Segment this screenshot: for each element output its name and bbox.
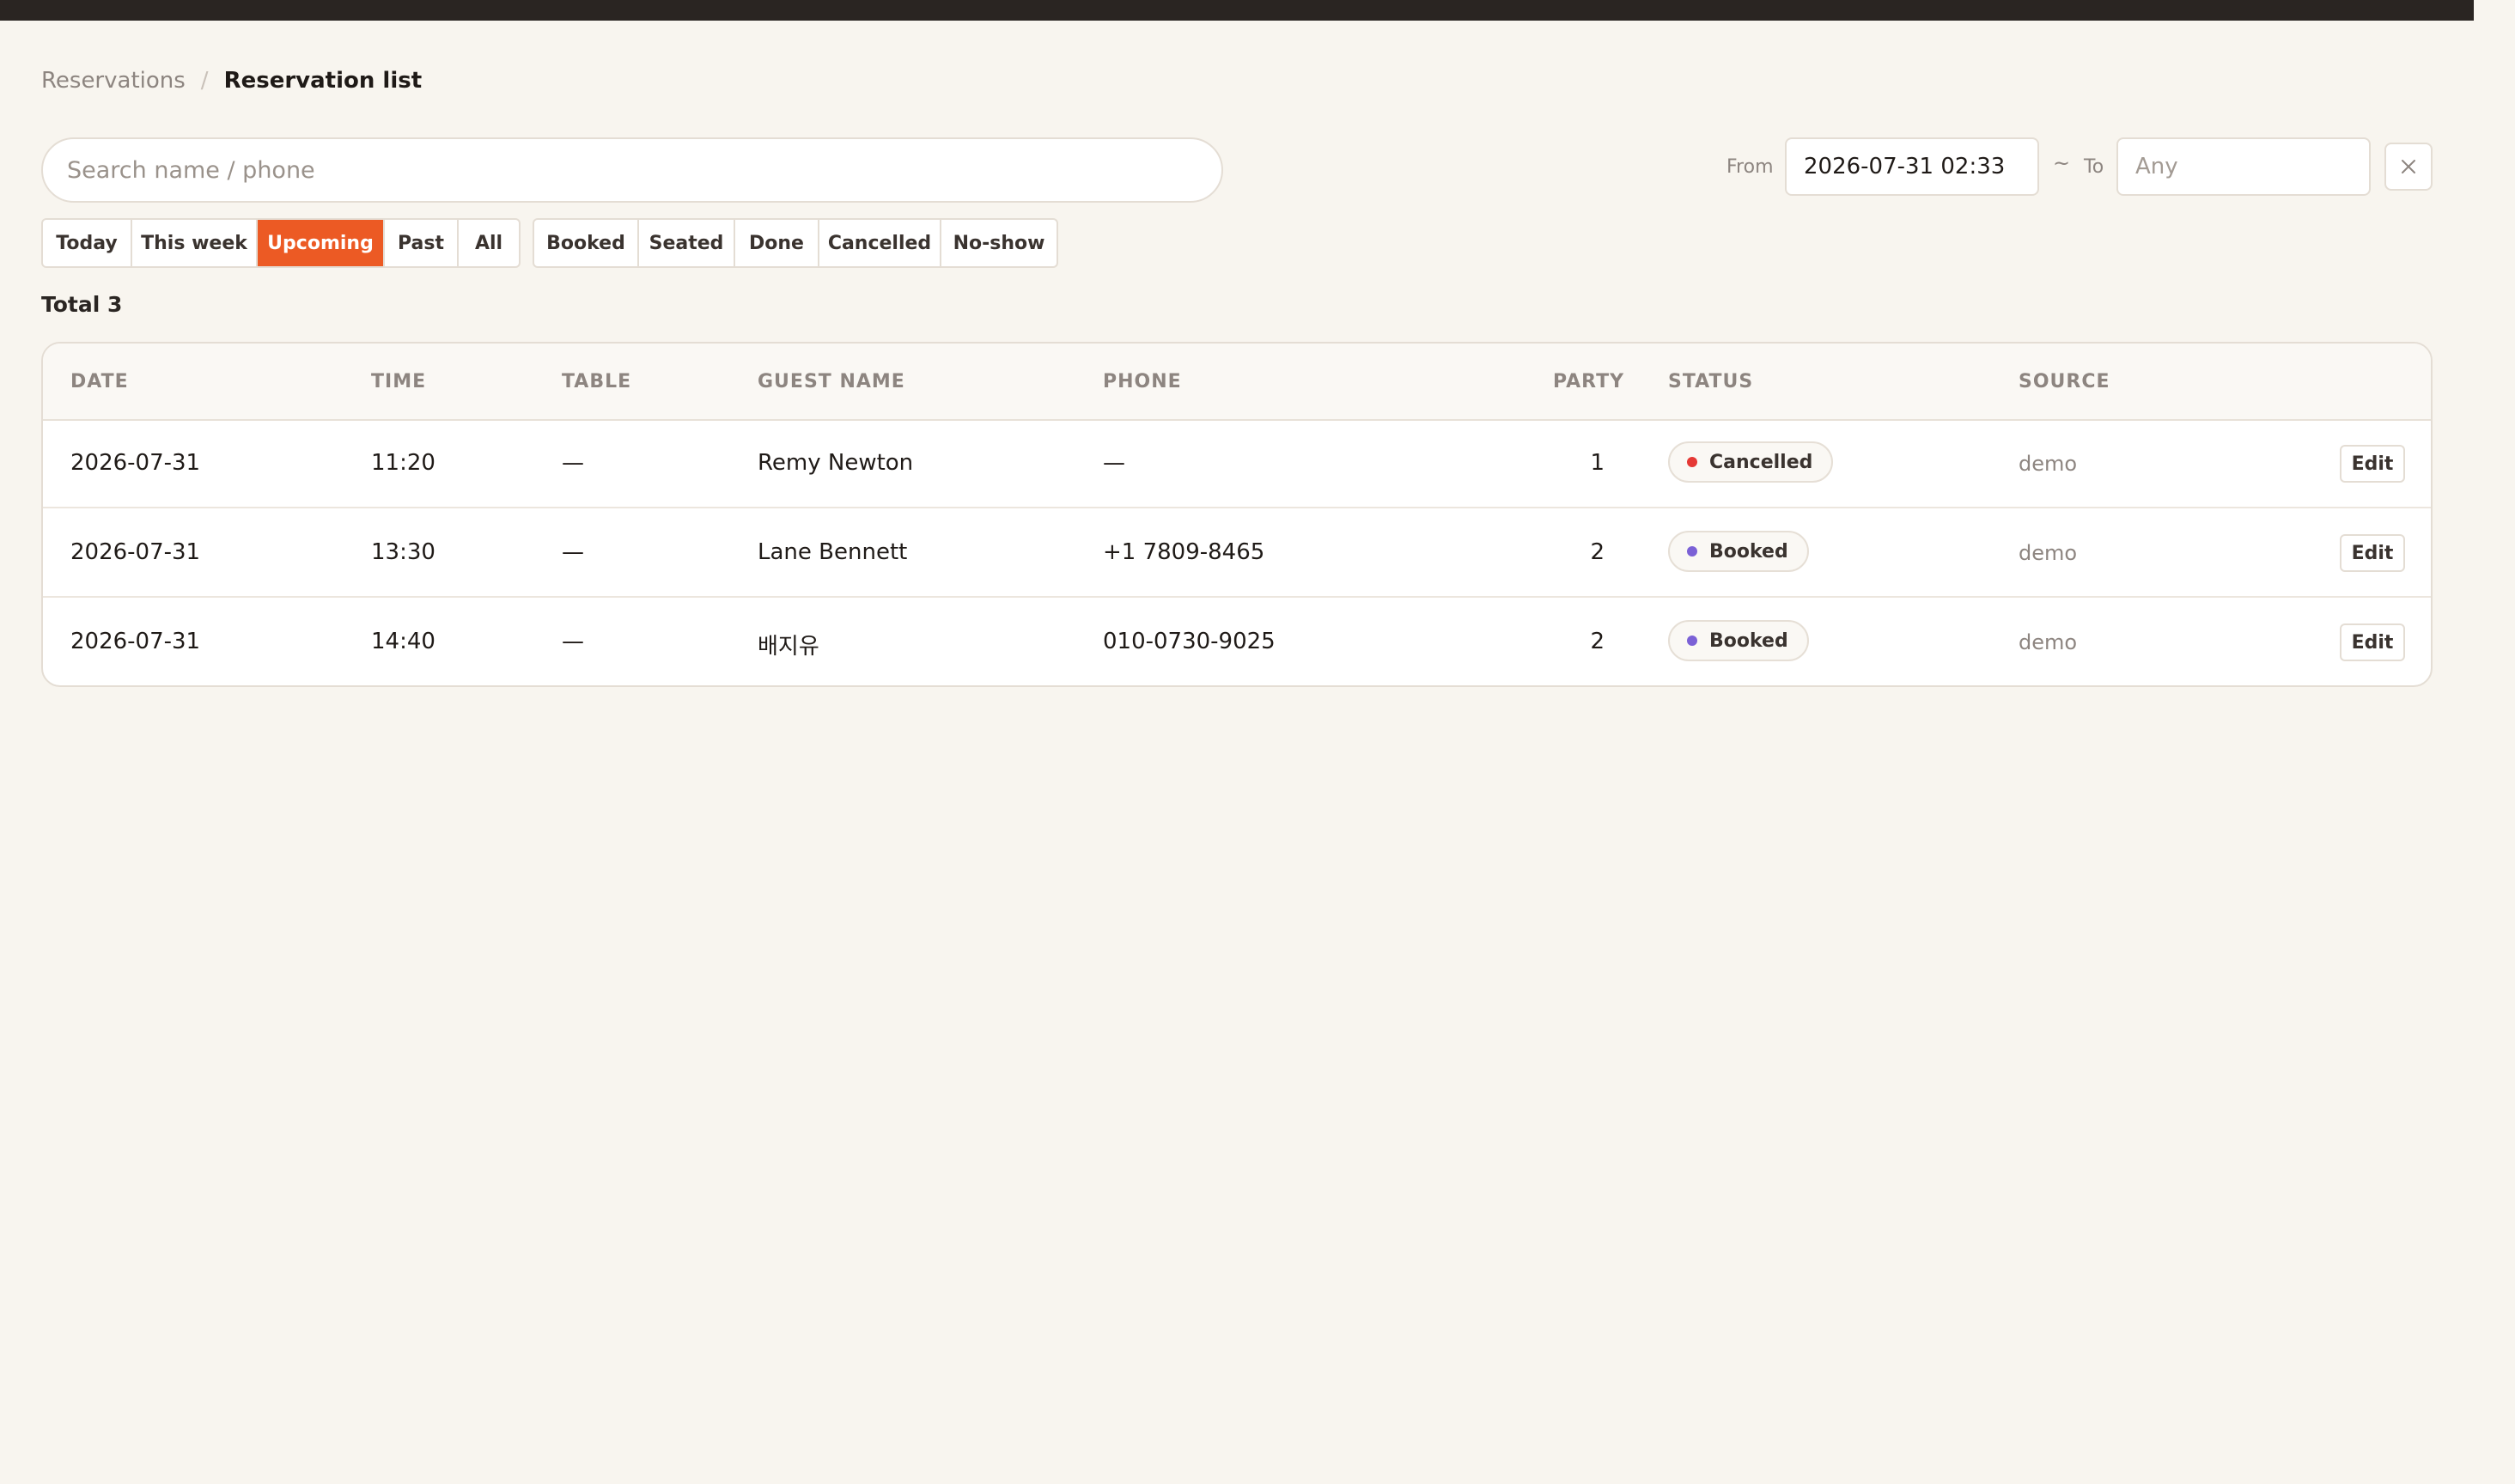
cell-time: 14:40	[371, 629, 435, 654]
column-header-date[interactable]: DATE	[70, 371, 129, 392]
edit-button[interactable]: Edit	[2340, 534, 2405, 572]
cell-source: demo	[2019, 630, 2078, 654]
period-filter-group: Today This week Upcoming Past All	[41, 218, 521, 268]
column-header-phone[interactable]: PHONE	[1103, 371, 1182, 392]
cell-phone: 010-0730-9025	[1103, 629, 1276, 654]
cell-date: 2026-07-31	[70, 539, 201, 565]
cell-table: —	[562, 450, 584, 476]
cell-time: 11:20	[371, 450, 435, 476]
status-dot	[1687, 546, 1697, 556]
breadcrumb-current: Reservation list	[223, 68, 423, 94]
column-header-source[interactable]: SOURCE	[2019, 371, 2110, 392]
table-row[interactable]: 2026-07-31 11:20 — Remy Newton — 1 Cance…	[43, 419, 2431, 508]
to-date-input[interactable]	[2116, 137, 2371, 196]
cell-guest-name: Remy Newton	[758, 450, 914, 476]
close-icon	[2402, 160, 2415, 173]
status-dot	[1687, 636, 1697, 646]
filter-past[interactable]: Past	[385, 220, 459, 266]
top-bar	[0, 0, 2474, 21]
column-header-table[interactable]: TABLE	[562, 371, 631, 392]
column-header-guest-name[interactable]: GUEST NAME	[758, 371, 905, 392]
filter-booked[interactable]: Booked	[534, 220, 639, 266]
from-date-input[interactable]	[1785, 137, 2039, 196]
status-badge: Booked	[1668, 531, 1809, 572]
status-label: Booked	[1709, 540, 1788, 563]
cell-table: —	[562, 629, 584, 654]
total-count: Total 3	[41, 292, 123, 317]
cell-source: demo	[2019, 452, 2078, 476]
column-header-party[interactable]: PARTY	[1553, 371, 1624, 392]
status-badge: Cancelled	[1668, 441, 1834, 483]
cell-party: 1	[1590, 450, 1605, 476]
cell-guest-name: Lane Bennett	[758, 539, 908, 565]
edit-button[interactable]: Edit	[2340, 445, 2405, 483]
range-separator: ~	[2053, 151, 2071, 175]
cell-time: 13:30	[371, 539, 435, 565]
filter-today[interactable]: Today	[43, 220, 132, 266]
cell-guest-name: 배지유	[758, 634, 819, 660]
cell-table: —	[562, 539, 584, 565]
from-label: From	[1726, 156, 1774, 178]
cell-phone: +1 7809-8465	[1103, 539, 1265, 565]
filter-no-show[interactable]: No-show	[941, 220, 1057, 266]
cell-source: demo	[2019, 541, 2078, 565]
status-filter-group: Booked Seated Done Cancelled No-show	[533, 218, 1058, 268]
filter-seated[interactable]: Seated	[639, 220, 735, 266]
status-label: Cancelled	[1709, 451, 1813, 473]
cell-date: 2026-07-31	[70, 629, 201, 654]
cell-party: 2	[1590, 629, 1605, 654]
cell-phone: —	[1103, 450, 1125, 476]
breadcrumb-parent-link[interactable]: Reservations	[41, 68, 186, 94]
breadcrumb: Reservations / Reservation list	[41, 65, 422, 96]
status-label: Booked	[1709, 629, 1788, 652]
filter-upcoming[interactable]: Upcoming	[258, 220, 385, 266]
clear-dates-button[interactable]	[2384, 143, 2433, 191]
to-label: To	[2084, 156, 2104, 178]
cell-date: 2026-07-31	[70, 450, 201, 476]
search-input[interactable]	[41, 137, 1223, 203]
filter-this-week[interactable]: This week	[132, 220, 258, 266]
filter-cancelled[interactable]: Cancelled	[819, 220, 941, 266]
column-header-status[interactable]: STATUS	[1668, 371, 1753, 392]
table-row[interactable]: 2026-07-31 13:30 — Lane Bennett +1 7809-…	[43, 508, 2431, 598]
table-header: DATE TIME TABLE GUEST NAME PHONE PARTY S…	[43, 344, 2431, 421]
breadcrumb-separator: /	[200, 68, 209, 94]
edit-button[interactable]: Edit	[2340, 623, 2405, 661]
column-header-time[interactable]: TIME	[371, 371, 426, 392]
reservations-table: DATE TIME TABLE GUEST NAME PHONE PARTY S…	[41, 342, 2433, 687]
status-dot	[1687, 457, 1697, 467]
status-badge: Booked	[1668, 620, 1809, 661]
filter-all[interactable]: All	[459, 220, 519, 266]
cell-party: 2	[1590, 539, 1605, 565]
table-row[interactable]: 2026-07-31 14:40 — 배지유 010-0730-9025 2 B…	[43, 598, 2431, 685]
filter-done[interactable]: Done	[735, 220, 819, 266]
